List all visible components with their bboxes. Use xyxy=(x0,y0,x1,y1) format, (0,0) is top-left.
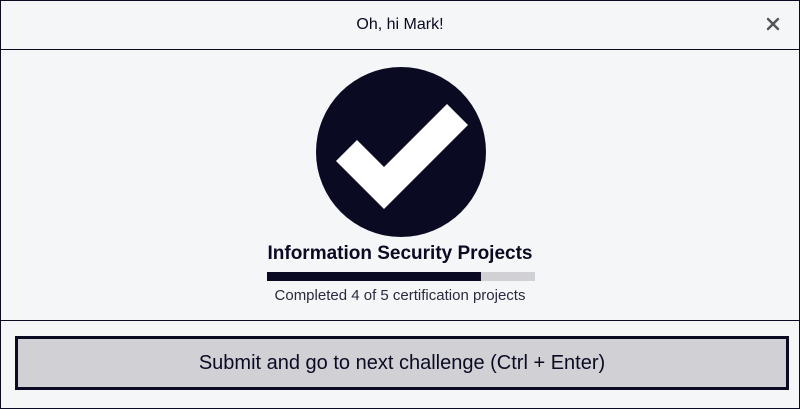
modal-header: Oh, hi Mark! xyxy=(1,1,799,50)
modal-title: Oh, hi Mark! xyxy=(356,16,444,33)
close-icon xyxy=(766,17,780,31)
progress-text: Completed 4 of 5 certification projects xyxy=(274,287,526,304)
checkmark-icon xyxy=(316,67,486,237)
modal-body: Information Security Projects Completed … xyxy=(1,50,799,321)
close-button[interactable] xyxy=(763,14,783,34)
progress-fill xyxy=(267,272,482,281)
progress-bar xyxy=(267,272,535,281)
completion-modal: Oh, hi Mark! Information Security Projec… xyxy=(0,0,800,409)
submit-next-challenge-button[interactable]: Submit and go to next challenge (Ctrl + … xyxy=(15,336,789,390)
modal-footer: Submit and go to next challenge (Ctrl + … xyxy=(1,321,799,407)
certification-title: Information Security Projects xyxy=(267,243,533,264)
